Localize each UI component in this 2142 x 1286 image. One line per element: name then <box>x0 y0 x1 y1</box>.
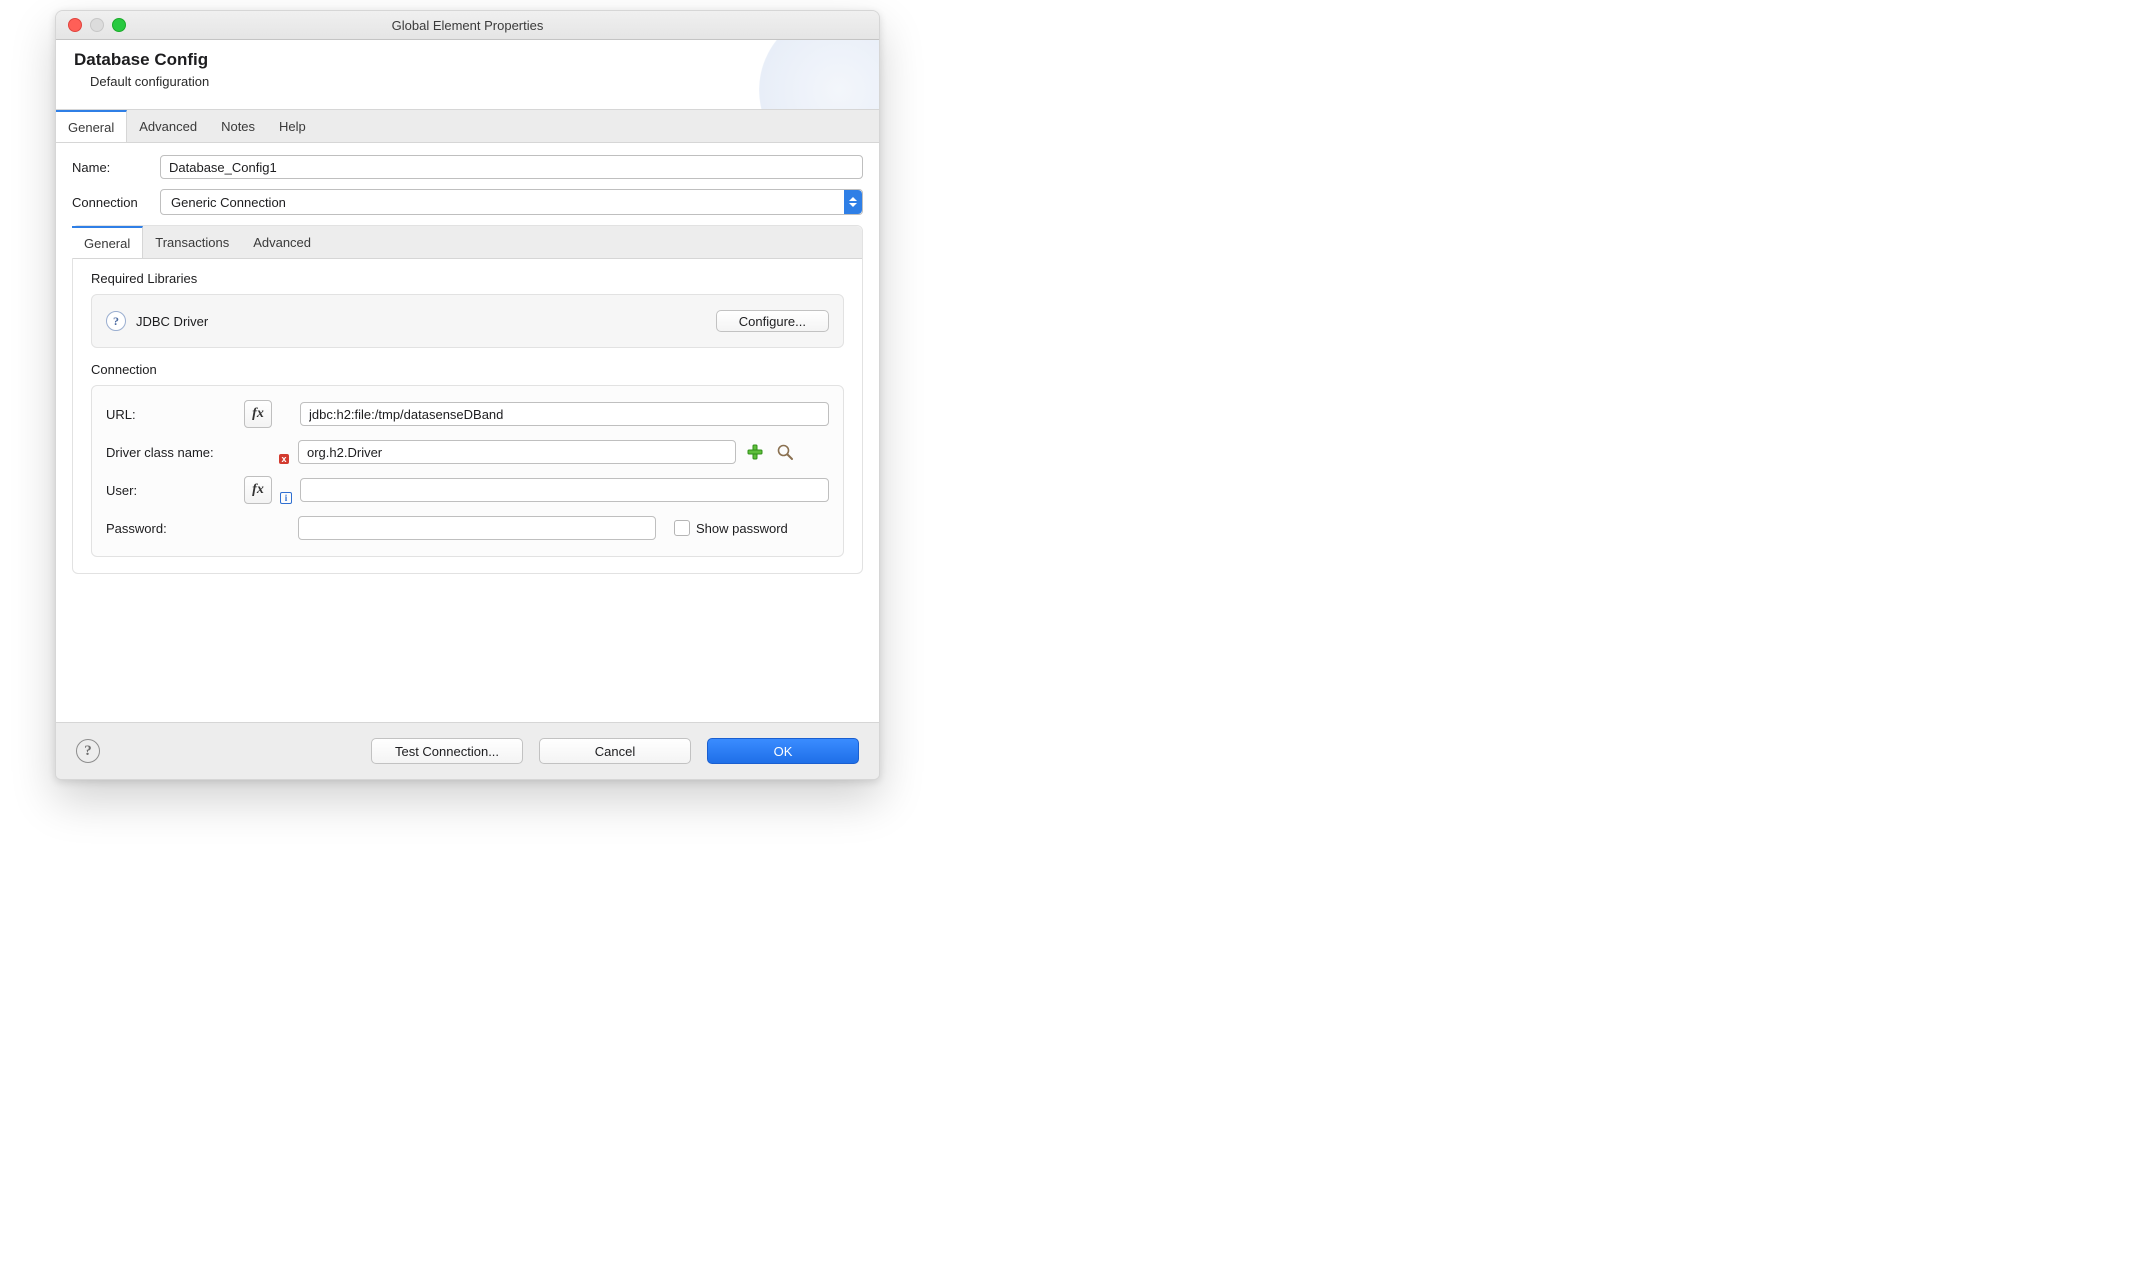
header-decoration <box>759 40 879 110</box>
row-driver-class: Driver class name: x <box>106 440 829 464</box>
dialog-header: Database Config Default configuration <box>56 40 879 110</box>
show-password-toggle[interactable]: Show password <box>674 520 788 536</box>
name-label: Name: <box>72 160 160 175</box>
configure-button[interactable]: Configure... <box>716 310 829 332</box>
tab-general[interactable]: General <box>56 110 127 142</box>
header-subtitle: Default configuration <box>90 74 861 89</box>
row-name: Name: <box>72 155 863 179</box>
jdbc-driver-label: JDBC Driver <box>136 314 208 329</box>
checkbox-icon <box>674 520 690 536</box>
libraries-section-label: Required Libraries <box>91 271 844 286</box>
connection-panel: URL: fx Driver class name: x <box>91 385 844 557</box>
tab-help[interactable]: Help <box>267 110 318 142</box>
group-body: Required Libraries ? JDBC Driver Configu… <box>73 259 862 573</box>
url-label: URL: <box>106 407 236 422</box>
test-connection-button[interactable]: Test Connection... <box>371 738 523 764</box>
search-driver-button[interactable] <box>774 441 796 463</box>
connection-select-value: Generic Connection <box>161 195 296 210</box>
password-input[interactable] <box>298 516 656 540</box>
main-tabbar: General Advanced Notes Help <box>56 110 879 143</box>
main-panel: Name: Connection Generic Connection Gene… <box>56 143 879 722</box>
row-connection: Connection Generic Connection <box>72 189 863 215</box>
row-url: URL: fx <box>106 400 829 428</box>
driver-class-input[interactable] <box>298 440 736 464</box>
titlebar: Global Element Properties <box>56 11 879 40</box>
inner-tabbar: General Transactions Advanced <box>73 226 862 259</box>
dialog-footer: ? Test Connection... Cancel OK <box>56 722 879 779</box>
magnifier-icon <box>776 443 794 461</box>
password-label: Password: <box>106 521 236 536</box>
inner-tab-transactions[interactable]: Transactions <box>143 226 241 258</box>
select-stepper-icon <box>844 190 862 214</box>
connection-select[interactable]: Generic Connection <box>160 189 863 215</box>
url-input[interactable] <box>300 402 829 426</box>
inner-tab-advanced[interactable]: Advanced <box>241 226 323 258</box>
window-controls <box>68 18 126 32</box>
dialog-window: Global Element Properties Database Confi… <box>55 10 880 780</box>
connection-label: Connection <box>72 195 160 210</box>
error-indicator-icon: x <box>279 454 289 464</box>
close-window-icon[interactable] <box>68 18 82 32</box>
ok-button[interactable]: OK <box>707 738 859 764</box>
connection-section-label: Connection <box>91 362 844 377</box>
name-input[interactable] <box>160 155 863 179</box>
jdbc-driver-row: ? JDBC Driver Configure... <box>106 305 829 337</box>
driver-class-label: Driver class name: <box>106 445 236 460</box>
zoom-window-icon[interactable] <box>112 18 126 32</box>
user-input[interactable] <box>300 478 829 502</box>
window-title: Global Element Properties <box>56 18 879 33</box>
help-button[interactable]: ? <box>76 739 100 763</box>
info-indicator-icon: i <box>280 492 292 504</box>
tab-notes[interactable]: Notes <box>209 110 267 142</box>
tab-advanced[interactable]: Advanced <box>127 110 209 142</box>
fx-button-user[interactable]: fx <box>244 476 272 504</box>
minimize-window-icon <box>90 18 104 32</box>
plus-icon <box>746 443 764 461</box>
add-driver-button[interactable] <box>744 441 766 463</box>
row-user: User: fx i <box>106 476 829 504</box>
row-password: Password: Show password <box>106 516 829 540</box>
cancel-button[interactable]: Cancel <box>539 738 691 764</box>
libraries-panel: ? JDBC Driver Configure... <box>91 294 844 348</box>
connection-group: General Transactions Advanced Required L… <box>72 225 863 574</box>
inner-tab-general[interactable]: General <box>72 226 143 258</box>
header-title: Database Config <box>74 50 861 70</box>
spacer <box>72 574 863 704</box>
fx-button-url[interactable]: fx <box>244 400 272 428</box>
question-icon: ? <box>106 311 126 331</box>
user-label: User: <box>106 483 236 498</box>
show-password-label: Show password <box>696 521 788 536</box>
